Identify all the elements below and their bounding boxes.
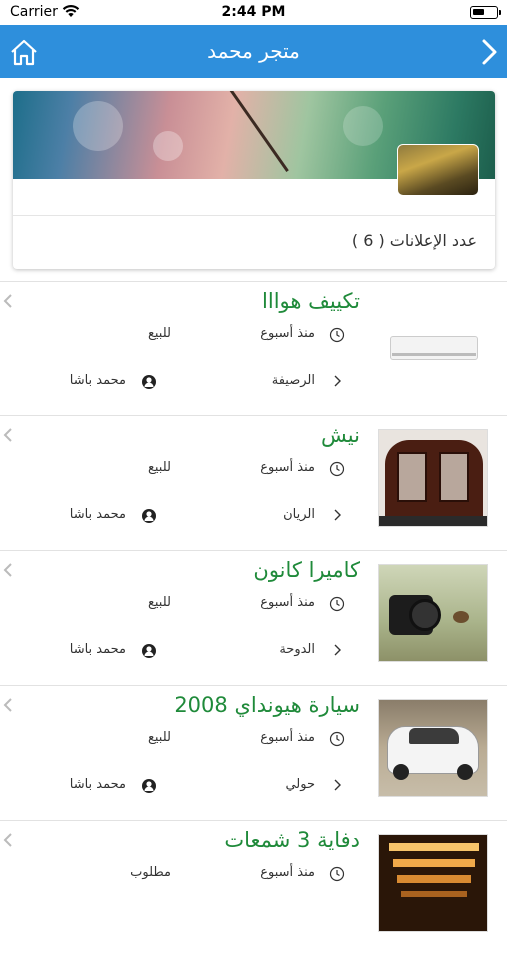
ad-user: محمد باشا xyxy=(69,373,126,388)
back-chevron-icon[interactable] xyxy=(479,37,499,67)
status-bar: Carrier 2:44 PM xyxy=(0,0,507,25)
clock-icon xyxy=(329,596,345,612)
ad-type: للبيع xyxy=(147,460,171,475)
ad-user: محمد باشا xyxy=(69,777,126,792)
location-chevron-icon xyxy=(334,779,341,791)
user-icon xyxy=(142,779,156,793)
location-chevron-icon xyxy=(334,509,341,521)
clock-icon xyxy=(329,731,345,747)
ad-type: مطلوب xyxy=(130,865,171,880)
location-chevron-icon xyxy=(334,375,341,387)
clock-icon xyxy=(329,866,345,882)
ad-thumbnail xyxy=(378,834,488,932)
chevron-left-icon xyxy=(3,294,12,308)
store-avatar xyxy=(397,144,479,196)
ad-location: الرصيفة xyxy=(271,373,315,388)
ad-thumbnail xyxy=(378,699,488,797)
ad-user: محمد باشا xyxy=(69,642,126,657)
list-item[interactable]: دفاية 3 شمعات منذ أسبوع مطلوب xyxy=(0,821,507,955)
ad-time: منذ أسبوع xyxy=(260,865,315,880)
ad-title: تكييف هوااا xyxy=(262,289,360,313)
ad-user: محمد باشا xyxy=(69,507,126,522)
ad-title: دفاية 3 شمعات xyxy=(224,828,360,852)
location-chevron-icon xyxy=(334,644,341,656)
ads-count-label: عدد الإعلانات ( 6 ) xyxy=(351,231,477,250)
ad-time: منذ أسبوع xyxy=(260,460,315,475)
list-item[interactable]: تكييف هوااا منذ أسبوع للبيع الرصيفة محمد… xyxy=(0,282,507,416)
ad-thumbnail xyxy=(378,429,488,527)
battery-icon xyxy=(470,6,501,19)
ad-time: منذ أسبوع xyxy=(260,326,315,341)
ad-location: الدوحة xyxy=(279,642,315,657)
ad-type: للبيع xyxy=(147,326,171,341)
chevron-left-icon xyxy=(3,563,12,577)
list-item[interactable]: كاميرا كانون منذ أسبوع للبيع الدوحة محمد… xyxy=(0,551,507,685)
ad-title: نيش xyxy=(321,423,360,447)
store-header-card: عدد الإعلانات ( 6 ) xyxy=(13,91,495,269)
navigation-bar: متجر محمد xyxy=(0,25,507,78)
list-item[interactable]: نيش منذ أسبوع للبيع الريان محمد باشا xyxy=(0,416,507,550)
ad-type: للبيع xyxy=(147,730,171,745)
ad-title: كاميرا كانون xyxy=(253,558,360,582)
ad-location: الريان xyxy=(283,507,315,522)
page-title: متجر محمد xyxy=(207,39,300,63)
chevron-left-icon xyxy=(3,833,12,847)
clock-icon xyxy=(329,461,345,477)
ad-type: للبيع xyxy=(147,595,171,610)
user-icon xyxy=(142,375,156,389)
chevron-left-icon xyxy=(3,428,12,442)
ad-location: حولي xyxy=(285,777,315,792)
user-icon xyxy=(142,644,156,658)
ad-time: منذ أسبوع xyxy=(260,595,315,610)
ad-time: منذ أسبوع xyxy=(260,730,315,745)
clock-icon xyxy=(329,327,345,343)
user-icon xyxy=(142,509,156,523)
ad-thumbnail xyxy=(378,295,488,393)
ad-title: سيارة هيونداي 2008 xyxy=(174,693,360,717)
ad-thumbnail xyxy=(378,564,488,662)
chevron-left-icon xyxy=(3,698,12,712)
list-item[interactable]: سيارة هيونداي 2008 منذ أسبوع للبيع حولي … xyxy=(0,686,507,820)
clock: 2:44 PM xyxy=(221,4,286,20)
divider xyxy=(13,215,495,216)
